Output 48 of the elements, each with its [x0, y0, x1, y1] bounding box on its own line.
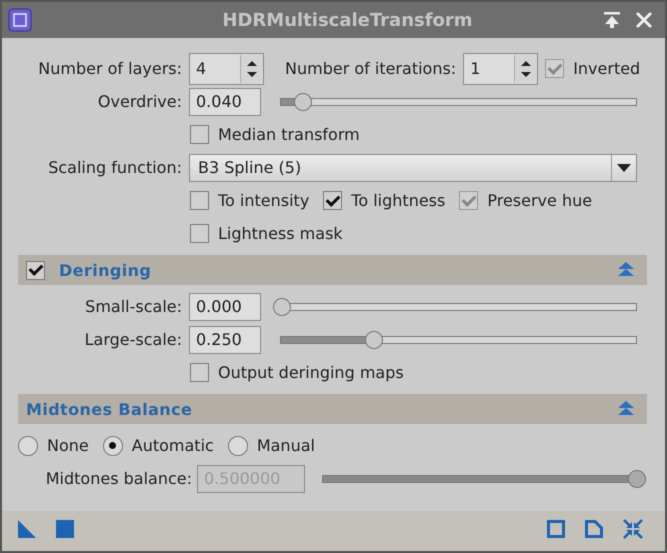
value-field[interactable]: 0.250	[189, 326, 261, 354]
checkbox[interactable]	[190, 191, 209, 210]
field-label: Number of layers:	[37, 59, 182, 78]
slider-thumb[interactable]	[294, 92, 312, 110]
collapse-arrows-icon[interactable]	[623, 519, 643, 539]
checkbox-label: Lightness mask	[218, 224, 343, 243]
spin-box[interactable]: 1	[463, 52, 538, 84]
checkbox[interactable]	[190, 224, 209, 243]
document-icon[interactable]	[585, 520, 603, 538]
checkbox[interactable]	[190, 125, 209, 144]
section-title: Deringing	[59, 260, 152, 280]
slider-thumb[interactable]	[273, 298, 291, 316]
checkbox[interactable]	[323, 191, 342, 210]
value-field[interactable]: 0.040	[189, 88, 261, 116]
radio-button[interactable]	[102, 436, 123, 456]
app-icon	[8, 8, 32, 32]
checkbox-label: Preserve hue	[487, 191, 592, 210]
checkbox-label: Median transform	[218, 125, 360, 144]
field-label: Small-scale:	[84, 297, 182, 316]
shade-icon[interactable]	[603, 11, 621, 29]
section-title: Midtones Balance	[26, 400, 194, 418]
checkbox[interactable]	[190, 363, 209, 382]
radio-label: Automatic	[132, 436, 214, 455]
spin-box[interactable]: 4	[189, 52, 264, 84]
checkbox-label: To intensity	[218, 191, 310, 210]
field-label: Large-scale:	[84, 330, 182, 349]
collapse-icon[interactable]	[617, 401, 635, 417]
collapse-icon[interactable]	[617, 262, 635, 278]
checkbox[interactable]	[26, 260, 45, 280]
field-label: Overdrive:	[96, 92, 182, 111]
radio-label: Manual	[256, 436, 315, 455]
dropdown[interactable]: B3 Spline (5)	[189, 154, 637, 182]
checkbox-label: To lightness	[351, 191, 446, 210]
value-field[interactable]: 0.000	[189, 292, 261, 320]
radio-button[interactable]	[228, 436, 248, 456]
window-title: HDRMultiscaleTransform	[221, 10, 474, 30]
checkbox-label: Output deringing maps	[218, 363, 404, 382]
radio-button[interactable]	[18, 436, 38, 456]
square-outline-icon[interactable]	[547, 520, 565, 538]
radio-label: None	[47, 436, 89, 455]
field-label: Midtones balance:	[44, 469, 192, 488]
checkbox-label: Inverted	[573, 59, 640, 78]
slider-thumb[interactable]	[365, 330, 384, 348]
field-label: Scaling function:	[47, 158, 182, 177]
dropdown-arrow-icon[interactable]	[617, 164, 631, 172]
close-icon[interactable]	[635, 11, 653, 29]
triangle-icon[interactable]	[18, 520, 36, 538]
field-label: Number of iterations:	[285, 59, 456, 78]
